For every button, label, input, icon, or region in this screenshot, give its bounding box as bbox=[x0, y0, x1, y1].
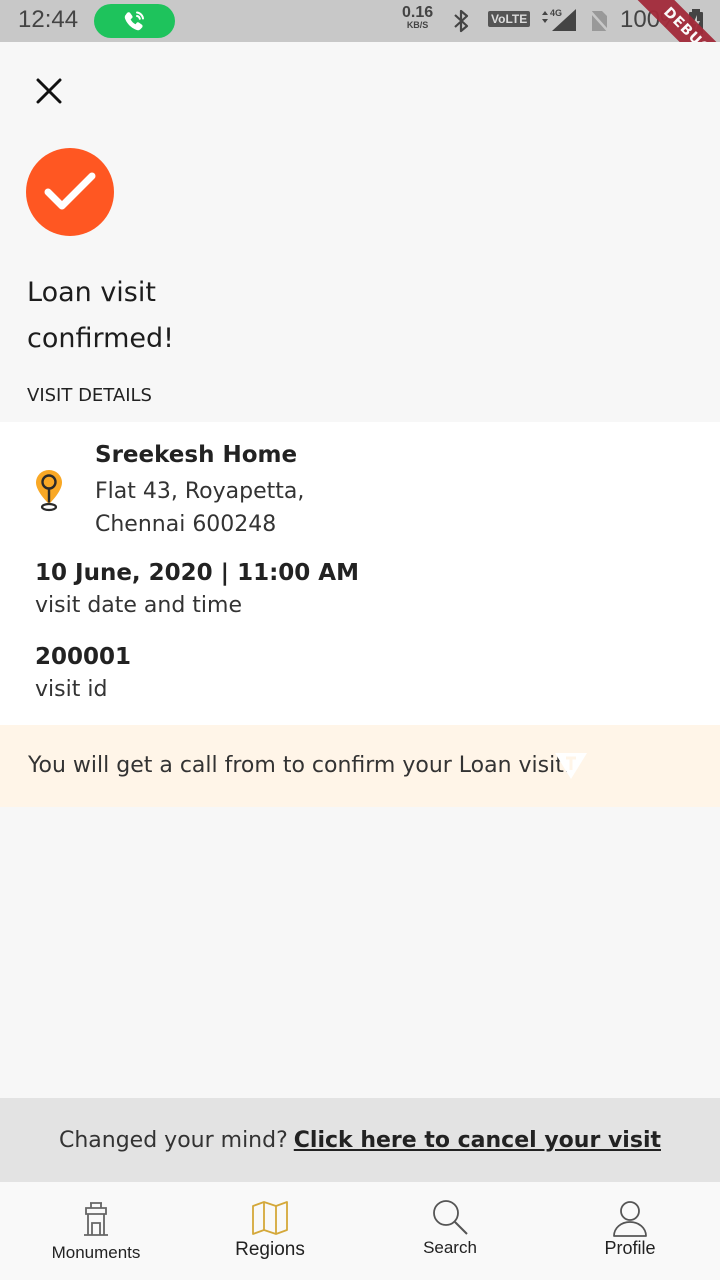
visit-id-value: 200001 bbox=[35, 644, 132, 670]
title-line-1: Loan visit bbox=[27, 277, 156, 308]
monument-icon bbox=[84, 1202, 108, 1236]
call-notice-text: You will get a call from to confirm your… bbox=[28, 753, 571, 778]
status-time: 12:44 bbox=[18, 6, 79, 33]
nav-item-search[interactable]: Search bbox=[390, 1182, 510, 1280]
success-badge bbox=[26, 148, 114, 236]
place-address: Flat 43, Royapetta, Chennai 600248 bbox=[95, 475, 425, 541]
address-line-1: Flat 43, Royapetta, bbox=[95, 479, 305, 504]
svg-text:4G: 4G bbox=[550, 8, 562, 18]
nav-label-search: Search bbox=[423, 1238, 477, 1257]
nav-item-monuments[interactable]: Monuments bbox=[36, 1182, 156, 1280]
visit-details-card: Sreekesh Home Flat 43, Royapetta, Chenna… bbox=[0, 422, 720, 725]
volte-badge: VoLTE bbox=[488, 11, 531, 27]
status-bar: 12:44 0.16 KB/S VoLTE 4G 100% DEBUG bbox=[0, 0, 720, 42]
place-name: Sreekesh Home bbox=[95, 442, 298, 468]
call-notice: You will get a call from to confirm your… bbox=[0, 725, 720, 807]
nav-item-regions[interactable]: Regions bbox=[210, 1182, 330, 1280]
network-speed: 0.16 KB/S bbox=[402, 4, 434, 30]
brand-logo-icon bbox=[555, 753, 587, 779]
cancel-visit-link[interactable]: Click here to cancel your visit bbox=[294, 1128, 661, 1153]
nav-label-regions: Regions bbox=[235, 1239, 305, 1260]
title-line-2: confirmed! bbox=[27, 323, 174, 354]
visit-datetime-value: 10 June, 2020 | 11:00 AM bbox=[35, 560, 359, 586]
section-label-visit-details: VISIT DETAILS bbox=[27, 385, 152, 406]
search-icon bbox=[433, 1200, 468, 1235]
ongoing-call-pill[interactable] bbox=[94, 4, 175, 38]
close-button[interactable] bbox=[30, 72, 68, 110]
checkmark-icon bbox=[44, 172, 96, 210]
visit-id-label: visit id bbox=[35, 677, 108, 702]
no-sim-icon bbox=[589, 10, 609, 32]
cancel-visit-bar: Changed your mind? Click here to cancel … bbox=[0, 1098, 720, 1182]
address-line-2: Chennai 600248 bbox=[95, 512, 277, 537]
bottom-navigation: Monuments Regions Search Profile bbox=[0, 1182, 720, 1280]
nav-label-profile: Profile bbox=[604, 1238, 656, 1258]
nav-item-profile[interactable]: Profile bbox=[570, 1182, 690, 1280]
visit-datetime-label: visit date and time bbox=[35, 593, 243, 618]
profile-icon bbox=[613, 1201, 647, 1237]
signal-4g-icon: 4G bbox=[542, 8, 576, 31]
nav-label-monuments: Monuments bbox=[51, 1243, 141, 1262]
map-icon bbox=[252, 1201, 288, 1235]
bluetooth-icon bbox=[454, 9, 469, 33]
location-pin-icon bbox=[36, 470, 62, 512]
close-icon bbox=[36, 78, 62, 104]
cancel-prompt: Changed your mind? bbox=[58, 1127, 288, 1153]
phone-call-icon bbox=[124, 11, 144, 31]
page-title: Loan visit confirmed! bbox=[27, 270, 327, 362]
